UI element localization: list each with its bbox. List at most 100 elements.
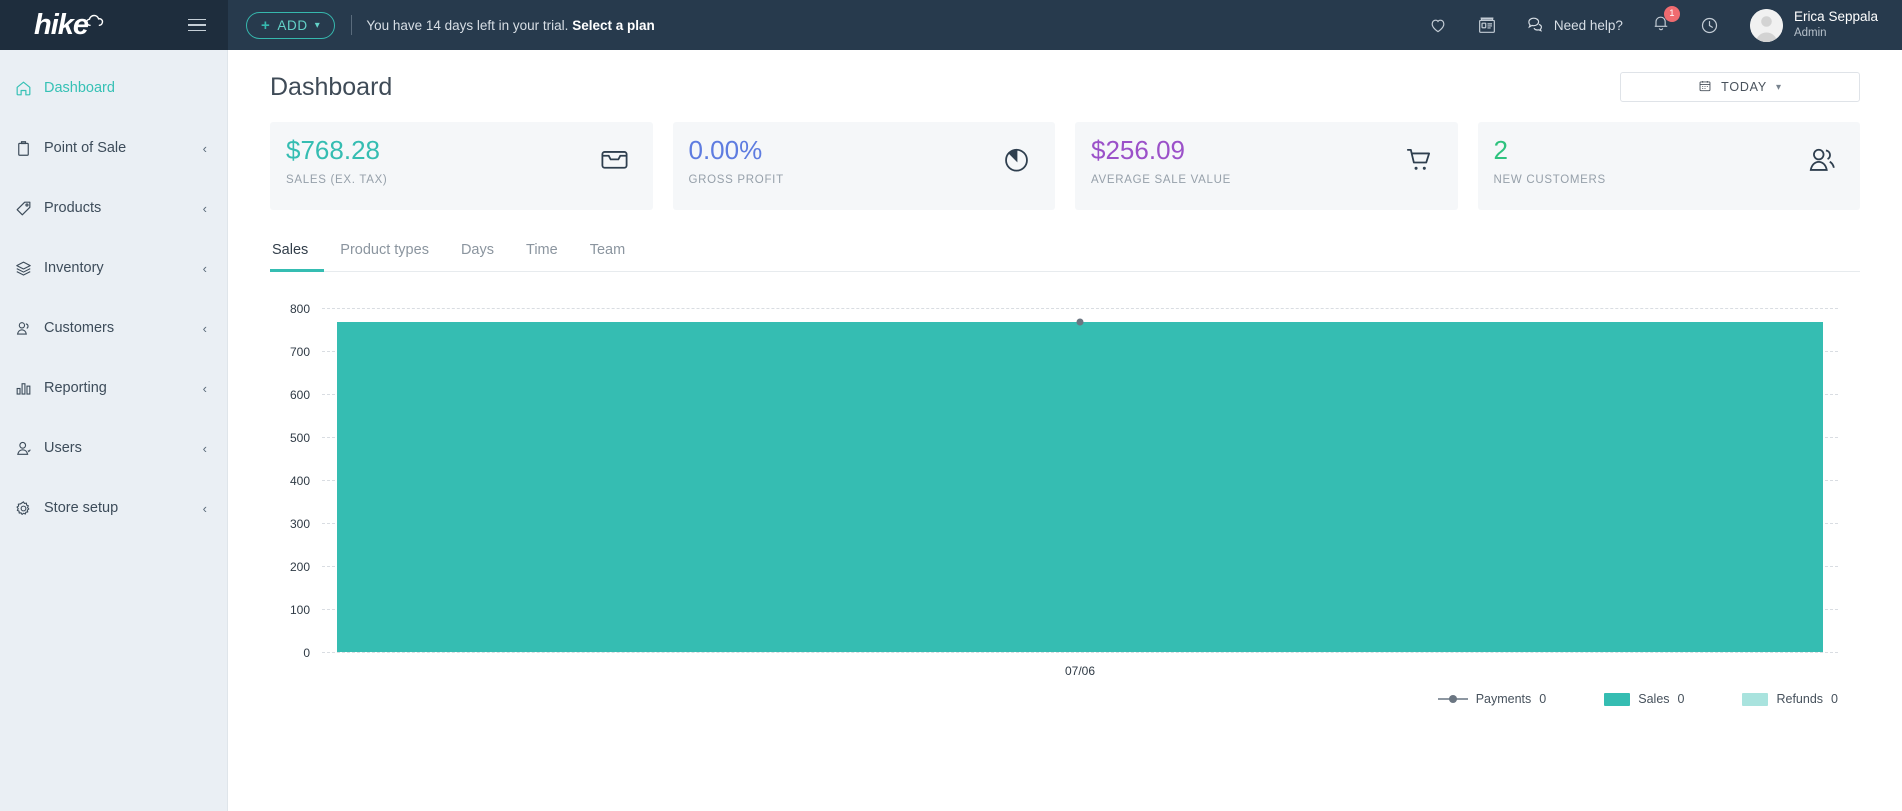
page-title: Dashboard xyxy=(270,72,393,101)
x-axis-tick-label: 07/06 xyxy=(1064,664,1096,678)
user-role: Admin xyxy=(1793,27,1827,40)
logo[interactable]: hike xyxy=(34,10,105,40)
people-icon xyxy=(1805,143,1838,181)
sidebar: Dashboard Point of Sale ‹ Products ‹ Inv… xyxy=(0,50,228,811)
sidebar-item-label: Point of Sale xyxy=(44,140,127,156)
color-swatch xyxy=(1742,692,1769,706)
chevron-left-icon: ‹ xyxy=(202,140,207,156)
sales-chart: 0 100 200 300 400 500 600 700 800 07/06 Payments … xyxy=(270,298,1860,718)
top-bar: hike + ADD ▾ You have 14 days left in yo… xyxy=(0,0,1902,50)
legend-value: 0 xyxy=(1539,692,1547,706)
tab-sales[interactable]: Sales xyxy=(270,242,325,272)
y-axis-tick-label: 800 xyxy=(289,302,310,316)
kpi-label: NEW CUSTOMERS xyxy=(1493,173,1606,186)
user-menu[interactable]: Erica Seppala Admin xyxy=(1749,8,1878,42)
hamburger-icon[interactable] xyxy=(188,18,206,32)
news-card-icon[interactable] xyxy=(1476,14,1498,36)
kpi-value: $768.28 xyxy=(286,135,380,165)
legend-item-refunds[interactable]: Refunds 0 xyxy=(1742,692,1838,706)
y-axis-tick-label: 700 xyxy=(289,345,310,359)
clock-icon[interactable] xyxy=(1699,15,1720,36)
select-plan-link[interactable]: Select a plan xyxy=(572,18,655,33)
y-axis-tick-label: 600 xyxy=(289,388,310,402)
tab-product-types[interactable]: Product types xyxy=(324,242,445,272)
app-root: hike + ADD ▾ You have 14 days left in yo… xyxy=(0,0,1902,811)
trial-banner: You have 14 days left in your trial. Sel… xyxy=(366,18,654,33)
date-range-picker[interactable]: TODAY ▾ xyxy=(1620,72,1860,102)
calendar-icon xyxy=(1698,79,1712,96)
chart-legend: Payments 0 Sales 0 Refunds 0 xyxy=(1437,692,1838,706)
sidebar-item-users[interactable]: Users ‹ xyxy=(0,418,227,478)
tab-days[interactable]: Days xyxy=(445,242,510,272)
sidebar-item-label: Store setup xyxy=(44,500,119,516)
notifications-button[interactable]: 1 xyxy=(1651,5,1680,38)
legend-item-payments[interactable]: Payments 0 xyxy=(1437,692,1547,706)
chevron-left-icon: ‹ xyxy=(202,320,207,336)
kpi-card-sales: $768.28 SALES (EX. TAX) xyxy=(270,122,653,210)
legend-value: 0 xyxy=(1677,692,1685,706)
y-axis-tick-label: 300 xyxy=(289,517,310,531)
sidebar-item-label: Products xyxy=(44,200,102,216)
brand-area: hike xyxy=(0,0,228,50)
y-axis-tick-label: 400 xyxy=(289,474,310,488)
sidebar-item-label: Dashboard xyxy=(44,80,115,96)
chart-plot-area: 0 100 200 300 400 500 600 700 800 07/06 xyxy=(290,302,1838,678)
kpi-card-gross-profit: 0.00% GROSS PROFIT xyxy=(672,122,1055,210)
kpi-value: 0.00% xyxy=(688,135,763,165)
need-help-button[interactable]: Need help? xyxy=(1526,14,1623,37)
chart-gridline: 800 xyxy=(290,302,1838,316)
sidebar-item-products[interactable]: Products ‹ xyxy=(0,178,227,238)
chart-data-point[interactable] xyxy=(1076,318,1084,326)
chevron-left-icon: ‹ xyxy=(202,440,207,456)
tray-icon xyxy=(598,143,631,181)
layers-icon xyxy=(14,259,44,278)
sidebar-item-inventory[interactable]: Inventory ‹ xyxy=(0,238,227,298)
legend-label: Payments xyxy=(1475,692,1532,706)
customers-icon xyxy=(14,319,44,338)
kpi-label: GROSS PROFIT xyxy=(688,173,784,186)
sidebar-item-reporting[interactable]: Reporting ‹ xyxy=(0,358,227,418)
sidebar-item-dashboard[interactable]: Dashboard xyxy=(0,58,227,118)
y-axis-tick-label: 200 xyxy=(289,560,310,574)
tab-time[interactable]: Time xyxy=(510,242,574,272)
kpi-card-average-sale-value: $256.09 AVERAGE SALE VALUE xyxy=(1075,122,1458,210)
date-range-label: TODAY xyxy=(1721,80,1768,94)
home-icon xyxy=(14,79,44,98)
kpi-card-new-customers: 2 NEW CUSTOMERS xyxy=(1477,122,1860,210)
user-check-icon xyxy=(14,439,44,458)
chat-bubble-icon xyxy=(1526,14,1546,37)
need-help-label: Need help? xyxy=(1553,17,1623,33)
add-button[interactable]: + ADD ▾ xyxy=(246,11,336,39)
sidebar-item-point-of-sale[interactable]: Point of Sale ‹ xyxy=(0,118,227,178)
kpi-value: $256.09 xyxy=(1091,135,1185,165)
legend-label: Refunds xyxy=(1776,692,1824,706)
color-swatch xyxy=(1604,692,1631,706)
sidebar-item-label: Users xyxy=(44,440,82,456)
heart-icon[interactable] xyxy=(1428,15,1448,35)
add-button-label: ADD xyxy=(277,17,308,33)
sidebar-item-label: Reporting xyxy=(44,380,107,396)
line-marker-icon xyxy=(1437,698,1468,700)
sidebar-item-store-setup[interactable]: Store setup ‹ xyxy=(0,478,227,538)
pie-chart-icon xyxy=(1000,143,1033,181)
sidebar-item-customers[interactable]: Customers ‹ xyxy=(0,298,227,358)
cart-icon xyxy=(1403,143,1436,181)
chevron-left-icon: ‹ xyxy=(202,260,207,276)
chevron-down-icon: ▾ xyxy=(314,19,321,31)
kpi-label: AVERAGE SALE VALUE xyxy=(1091,173,1232,186)
kpi-value: 2 xyxy=(1493,135,1508,165)
chevron-left-icon: ‹ xyxy=(202,200,207,216)
sidebar-item-label: Inventory xyxy=(44,260,104,276)
legend-label: Sales xyxy=(1638,692,1670,706)
cloud-icon xyxy=(85,12,105,32)
tab-team[interactable]: Team xyxy=(574,242,641,272)
user-name: Erica Seppala xyxy=(1793,9,1878,25)
top-bar-main: + ADD ▾ You have 14 days left in your tr… xyxy=(228,0,1902,50)
trial-message: You have 14 days left in your trial. xyxy=(366,17,569,33)
legend-item-sales[interactable]: Sales 0 xyxy=(1604,692,1684,706)
legend-value: 0 xyxy=(1831,692,1838,706)
page-header: Dashboard TODAY ▾ xyxy=(270,50,1860,102)
tag-icon xyxy=(14,199,44,218)
chart-bar[interactable] xyxy=(337,321,1823,652)
y-axis-tick-label: 0 xyxy=(303,646,310,660)
